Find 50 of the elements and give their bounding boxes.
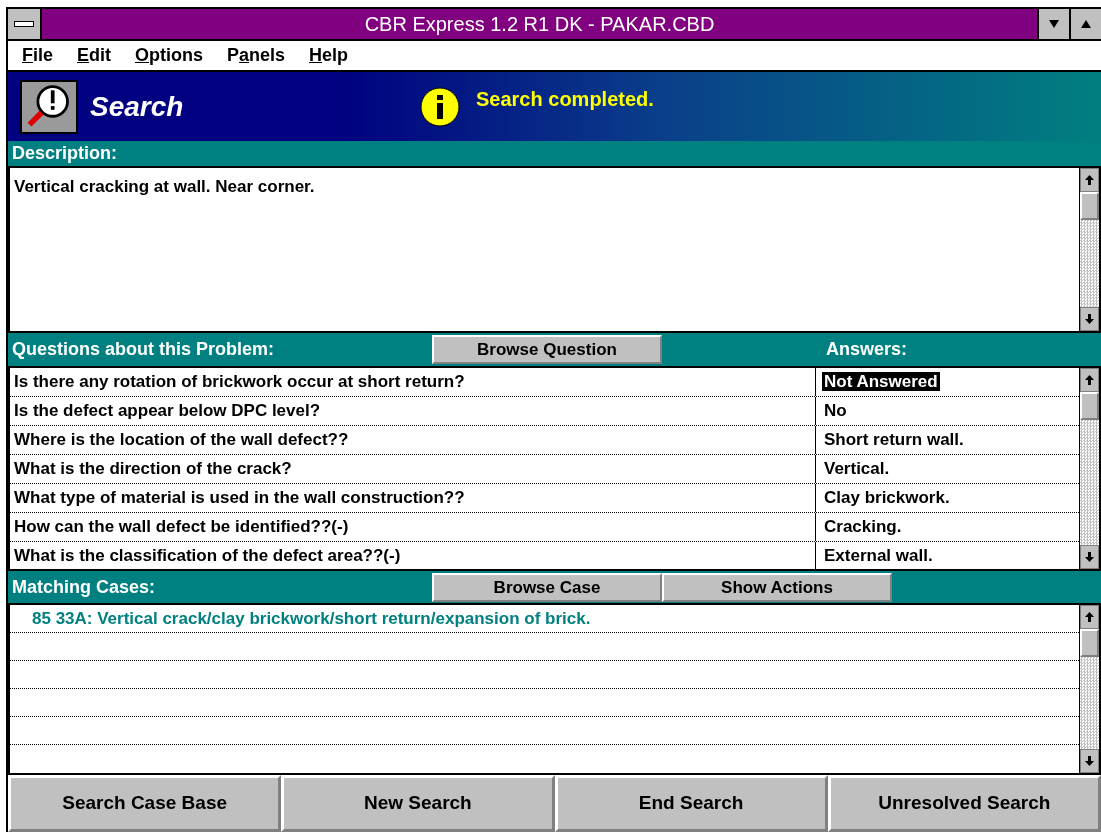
up-triangle-icon xyxy=(1081,20,1091,28)
status-message: Search completed. xyxy=(476,87,654,112)
system-menu-button[interactable] xyxy=(8,9,42,39)
menu-item[interactable]: Panels xyxy=(227,42,286,69)
scrollbar[interactable] xyxy=(1079,368,1099,569)
action-button[interactable]: Unresolved Search xyxy=(827,775,1101,832)
menu-item[interactable]: Edit xyxy=(77,42,112,69)
section-label: Questions about this Problem: xyxy=(11,338,276,361)
menu-icon xyxy=(14,21,34,27)
down-arrow-icon xyxy=(1085,756,1094,766)
panel-title: Search xyxy=(90,89,185,124)
answer-cell[interactable]: External wall. xyxy=(822,546,935,565)
menu-item[interactable]: Options xyxy=(135,42,204,69)
info-icon xyxy=(420,86,460,127)
question-cell[interactable]: What is the classification of the defect area??(-) xyxy=(10,542,816,570)
question-cell[interactable]: How can the wall defect be identified??(-) xyxy=(10,513,816,541)
case-item[interactable]: 85 33A: Vertical crack/clay brickwork/short return/expansion of brick. xyxy=(10,605,1079,633)
answer-cell[interactable]: Short return wall. xyxy=(822,430,966,449)
action-button[interactable]: Search Case Base xyxy=(8,775,282,832)
menu-item[interactable]: File xyxy=(22,42,53,69)
question-cell[interactable]: Is there any rotation of brickwork occur at short return? xyxy=(10,368,816,396)
scrollbar[interactable] xyxy=(1079,605,1099,773)
action-button[interactable]: New Search xyxy=(281,775,555,832)
answer-cell[interactable]: Cracking. xyxy=(822,517,904,536)
up-arrow-icon xyxy=(1085,375,1094,385)
up-arrow-icon xyxy=(1085,612,1094,622)
answer-cell[interactable]: No xyxy=(822,401,849,420)
menu-item[interactable]: Help xyxy=(309,42,349,69)
maximize-button[interactable] xyxy=(1069,9,1101,39)
scroll-thumb[interactable] xyxy=(1080,629,1099,657)
browse-question-button[interactable]: Browse Question xyxy=(432,335,662,364)
scroll-thumb[interactable] xyxy=(1080,392,1099,420)
question-cell[interactable]: Where is the location of the wall defect?? xyxy=(10,426,816,454)
section-label: Description: xyxy=(12,142,117,165)
magnifier-icon xyxy=(20,79,78,134)
answer-cell[interactable]: Not Answered xyxy=(822,372,940,391)
show-actions-button[interactable]: Show Actions xyxy=(662,572,892,602)
down-triangle-icon xyxy=(1049,20,1059,28)
minimize-button[interactable] xyxy=(1037,9,1069,39)
browse-case-button[interactable]: Browse Case xyxy=(432,572,662,602)
answer-cell[interactable]: Vertical. xyxy=(822,459,892,478)
action-button[interactable]: End Search xyxy=(554,775,828,832)
section-label: Answers: xyxy=(826,338,908,361)
down-arrow-icon xyxy=(1085,552,1094,562)
question-cell[interactable]: What is the direction of the crack? xyxy=(10,455,816,483)
answer-cell[interactable]: Clay brickwork. xyxy=(822,488,952,507)
question-cell[interactable]: Is the defect appear below DPC level? xyxy=(10,397,816,425)
window-title: CBR Express 1.2 R1 DK - PAKAR.CBD xyxy=(363,12,716,37)
question-cell[interactable]: What type of material is used in the wall construction?? xyxy=(10,484,816,512)
section-label: Matching Cases: xyxy=(11,575,157,599)
